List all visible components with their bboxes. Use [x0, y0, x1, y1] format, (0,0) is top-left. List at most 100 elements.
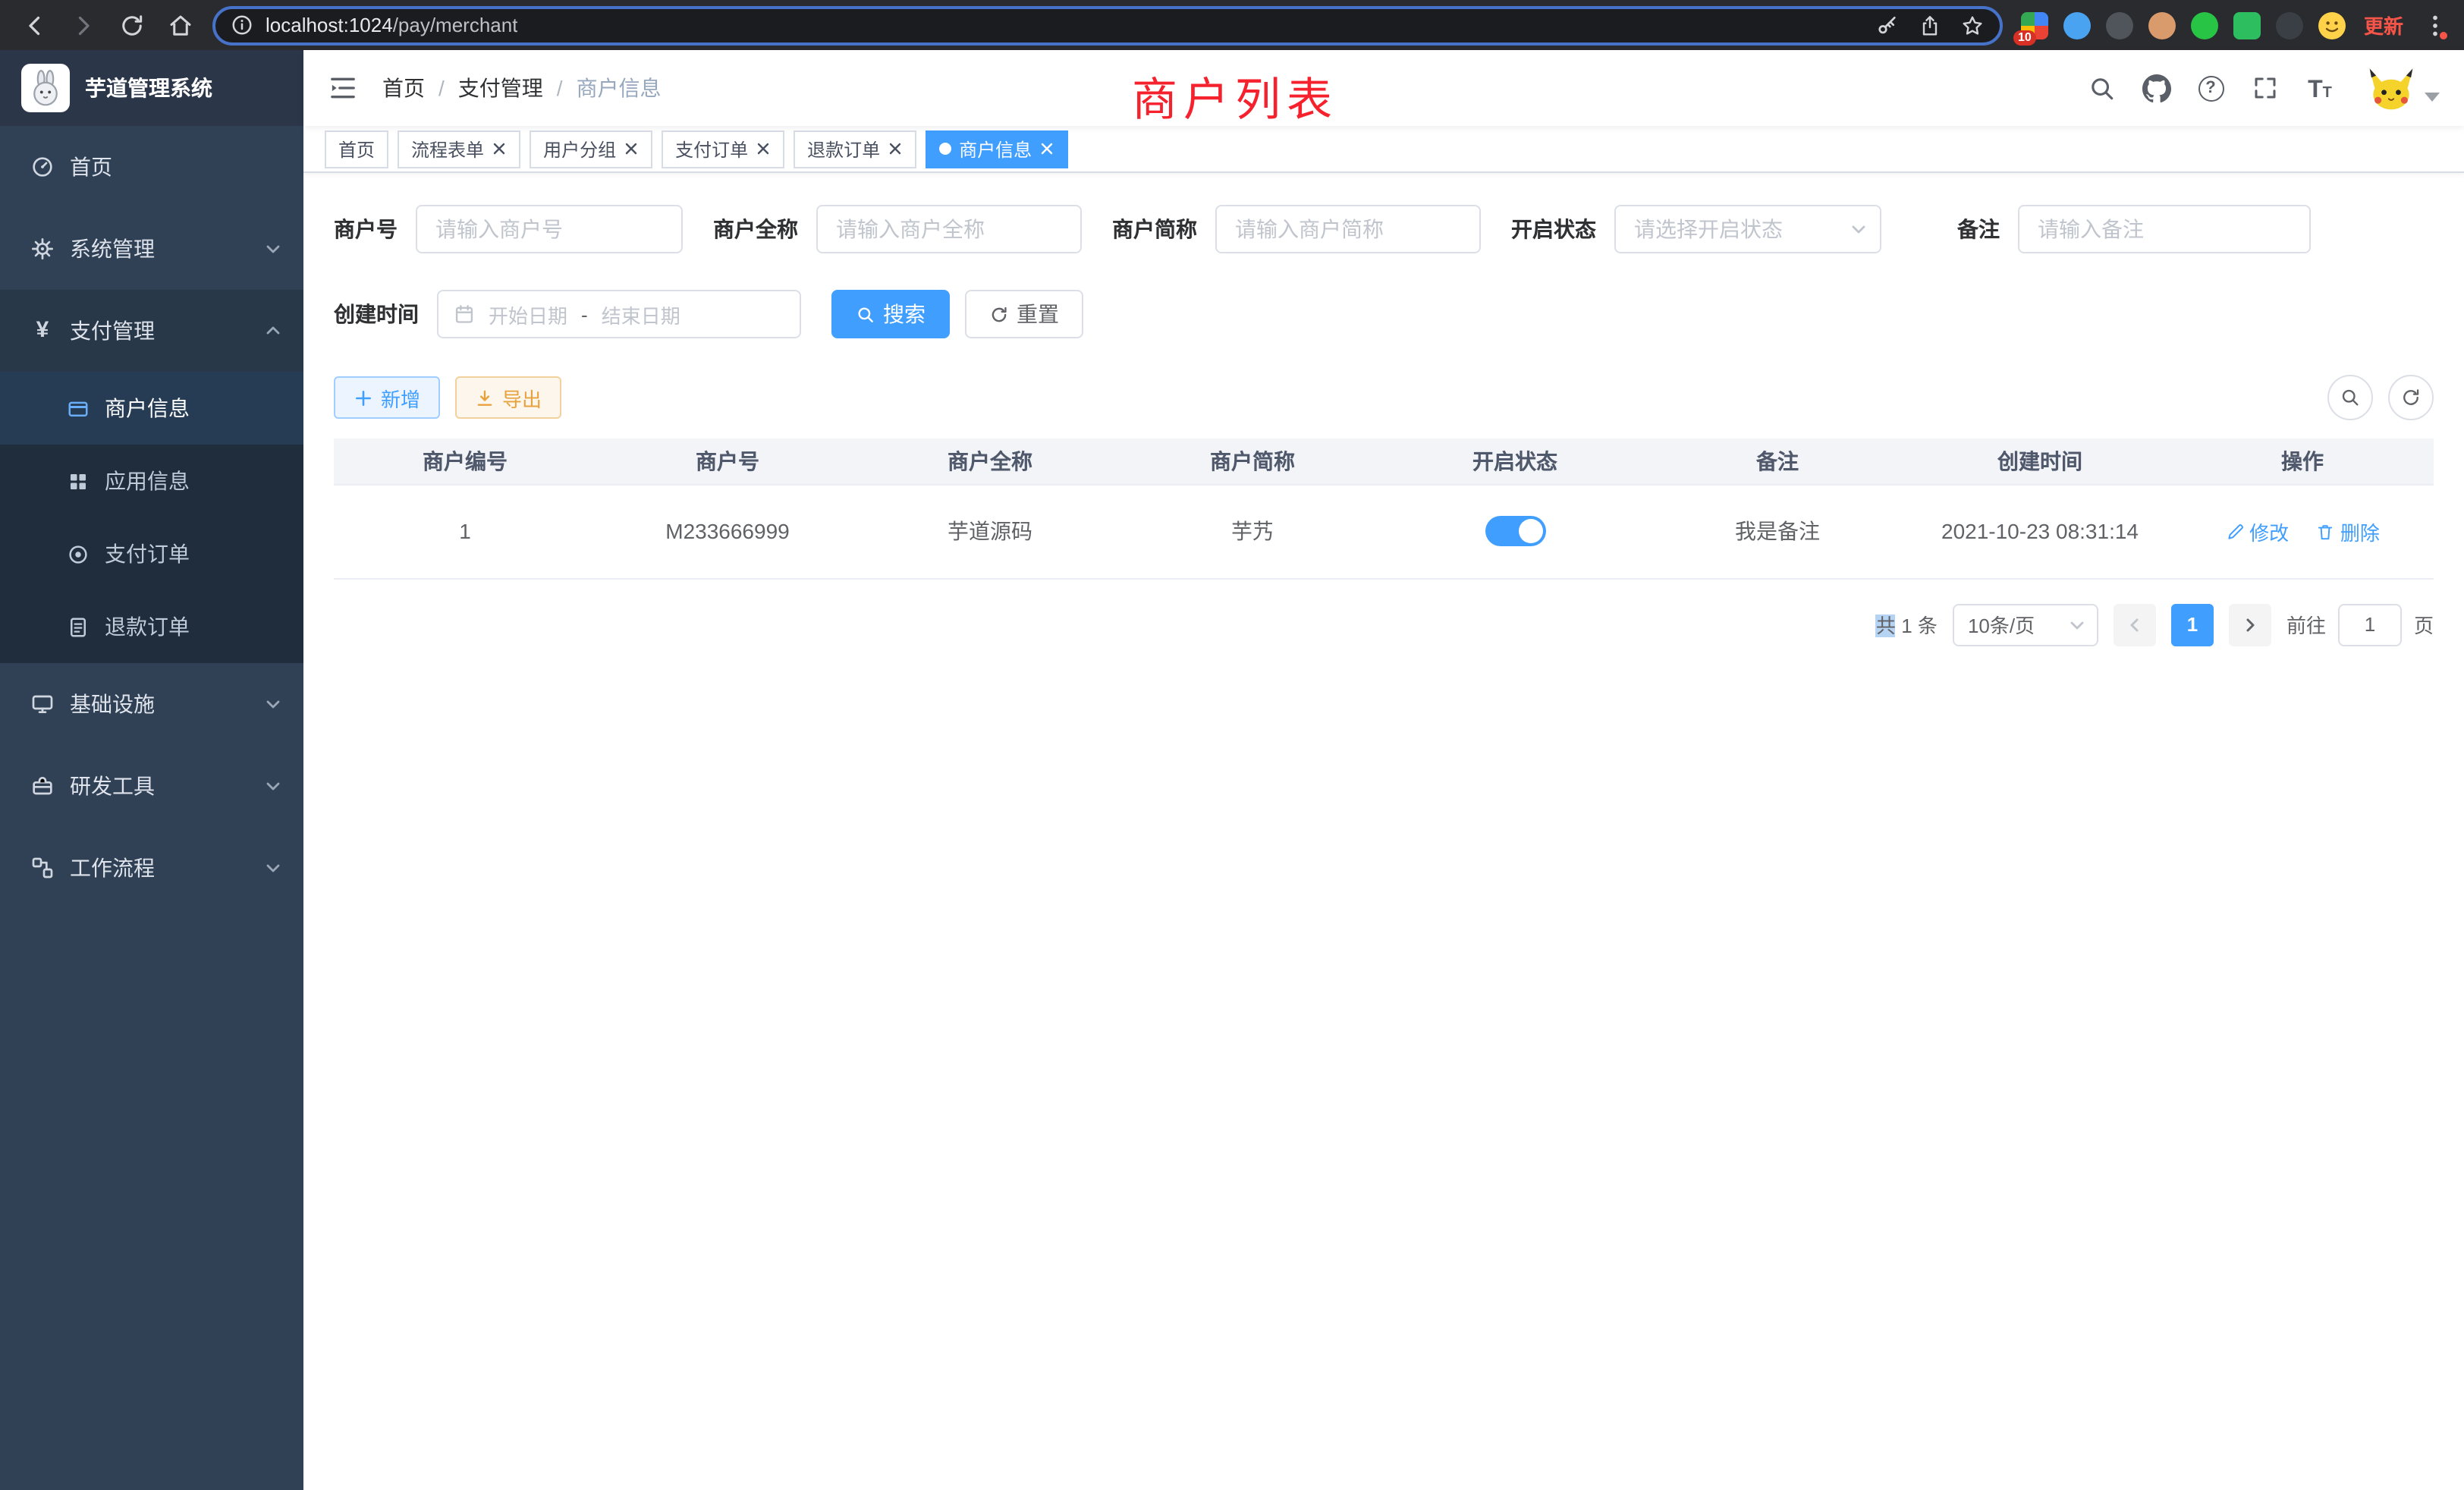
extension-avatar-icon[interactable]: [2148, 11, 2176, 39]
breadcrumb-payment[interactable]: 支付管理: [458, 73, 543, 103]
search-icon: [856, 304, 875, 324]
column-header: 商户号: [596, 439, 859, 484]
extension-smiley-icon[interactable]: [2318, 11, 2346, 39]
page-size-select[interactable]: 10条/页: [1953, 603, 2098, 646]
export-button[interactable]: 导出: [455, 376, 561, 419]
home-icon[interactable]: [167, 11, 194, 39]
tab-process-form[interactable]: 流程表单: [398, 130, 520, 168]
update-notification-dot: [2440, 31, 2447, 39]
sidebar-subitem-app-info[interactable]: 应用信息: [0, 445, 303, 517]
delete-link[interactable]: 删除: [2316, 517, 2380, 545]
breadcrumb-home[interactable]: 首页: [382, 73, 425, 103]
user-avatar-menu[interactable]: [2365, 66, 2440, 110]
url-host: localhost:1024: [266, 14, 393, 36]
table-toolbar: 新增 导出: [334, 375, 2434, 420]
column-header: 创建时间: [1909, 439, 2171, 484]
font-size-icon[interactable]: TT: [2305, 73, 2335, 103]
sidebar-item-infrastructure[interactable]: 基础设施: [0, 663, 303, 745]
chevron-down-icon: [1850, 220, 1868, 238]
sidebar-subitem-label: 商户信息: [105, 393, 190, 423]
help-icon[interactable]: ?: [2195, 73, 2226, 103]
next-page-button[interactable]: [2229, 603, 2271, 646]
filter-remark: 备注: [1957, 205, 2311, 253]
cell-merchant-id: 1: [334, 484, 596, 578]
sidebar-item-system[interactable]: 系统管理: [0, 208, 303, 290]
bank-card-icon: [67, 397, 90, 420]
share-icon[interactable]: [1918, 13, 1942, 37]
extension-green-square-icon[interactable]: [2233, 11, 2261, 39]
browser-toolbar: localhost:1024/pay/merchant 10 更新: [0, 0, 2464, 50]
tab-user-group[interactable]: 用户分组: [530, 130, 652, 168]
calendar-icon: [454, 303, 475, 325]
status-select[interactable]: 请选择开启状态: [1614, 205, 1881, 253]
extension-grid-icon[interactable]: 10: [2021, 11, 2048, 39]
sidebar-item-label: 首页: [70, 152, 112, 182]
tab-close-icon[interactable]: [624, 141, 639, 156]
site-info-icon[interactable]: [231, 14, 253, 36]
remark-input[interactable]: [2018, 205, 2311, 253]
filter-row-1: 商户号 商户全称 商户简称 开启状态 请选择开启状态: [334, 205, 2434, 253]
cell-merchant-no: M233666999: [596, 484, 859, 578]
toggle-search-button[interactable]: [2327, 375, 2373, 420]
app-logo[interactable]: 芋道管理系统: [0, 50, 303, 126]
page-number-button[interactable]: 1: [2171, 603, 2214, 646]
edit-link[interactable]: 修改: [2225, 517, 2289, 545]
goto-label: 前往: [2286, 610, 2326, 639]
sidebar-item-workflow[interactable]: 工作流程: [0, 827, 303, 909]
sidebar-item-dev-tools[interactable]: 研发工具: [0, 745, 303, 827]
chevron-down-icon: [264, 695, 282, 713]
tab-close-icon[interactable]: [888, 141, 903, 156]
refresh-table-button[interactable]: [2388, 375, 2434, 420]
sidebar-subitem-label: 退款订单: [105, 611, 190, 642]
extension-dark-circle-icon[interactable]: [2106, 11, 2133, 39]
tab-merchant-info[interactable]: 商户信息: [926, 130, 1068, 168]
merchant-no-input[interactable]: [416, 205, 683, 253]
rabbit-logo-icon: [21, 64, 70, 112]
sidebar-subitem-merchant-info[interactable]: 商户信息: [0, 372, 303, 445]
status-switch[interactable]: [1485, 516, 1545, 546]
extension-pinwheel-icon[interactable]: [2276, 11, 2303, 39]
date-range-picker[interactable]: 开始日期 - 结束日期: [437, 290, 801, 338]
filter-label: 商户全称: [713, 214, 798, 244]
sidebar-item-payment[interactable]: ¥ 支付管理: [0, 290, 303, 372]
filter-create-time: 创建时间 开始日期 - 结束日期: [334, 290, 801, 338]
search-button[interactable]: 搜索: [831, 290, 950, 338]
url-bar[interactable]: localhost:1024/pay/merchant: [212, 5, 2003, 45]
back-icon[interactable]: [21, 11, 49, 39]
sidebar-item-label: 研发工具: [70, 771, 155, 801]
sidebar-subitem-refund-order[interactable]: 退款订单: [0, 590, 303, 663]
toolbox-icon: [30, 774, 55, 798]
reset-button[interactable]: 重置: [965, 290, 1083, 338]
sidebar-subitem-pay-order[interactable]: 支付订单: [0, 517, 303, 590]
prev-page-button[interactable]: [2114, 603, 2156, 646]
short-name-input[interactable]: [1215, 205, 1481, 253]
tab-close-icon[interactable]: [492, 141, 507, 156]
forward-icon[interactable]: [70, 11, 97, 39]
refresh-icon: [989, 304, 1009, 324]
extension-green-circle-icon[interactable]: [2191, 11, 2218, 39]
sidebar-item-home[interactable]: 首页: [0, 126, 303, 208]
add-button[interactable]: 新增: [334, 376, 440, 419]
column-header: 商户编号: [334, 439, 596, 484]
bookmark-star-icon[interactable]: [1960, 13, 1985, 37]
cell-actions: 修改 删除: [2171, 484, 2434, 578]
full-name-input[interactable]: [816, 205, 1082, 253]
extension-drop-icon[interactable]: [2063, 11, 2091, 39]
tab-pay-order[interactable]: 支付订单: [662, 130, 784, 168]
grid-icon: [67, 470, 90, 492]
hamburger-icon[interactable]: [328, 73, 358, 103]
tab-refund-order[interactable]: 退款订单: [794, 130, 916, 168]
github-icon[interactable]: [2141, 73, 2171, 103]
tab-home[interactable]: 首页: [325, 130, 388, 168]
merchant-table: 商户编号 商户号 商户全称 商户简称 开启状态 备注 创建时间 操作 1: [334, 439, 2434, 579]
password-key-icon[interactable]: [1875, 13, 1900, 37]
tab-close-icon[interactable]: [756, 141, 771, 156]
goto-page-input[interactable]: [2338, 603, 2402, 646]
fullscreen-icon[interactable]: [2250, 73, 2280, 103]
browser-menu-icon[interactable]: [2422, 11, 2449, 39]
reload-icon[interactable]: [118, 11, 146, 39]
header-search-icon[interactable]: [2086, 73, 2117, 103]
browser-update-button[interactable]: 更新: [2364, 11, 2403, 39]
date-separator: -: [581, 303, 588, 325]
tab-close-icon[interactable]: [1039, 141, 1054, 156]
